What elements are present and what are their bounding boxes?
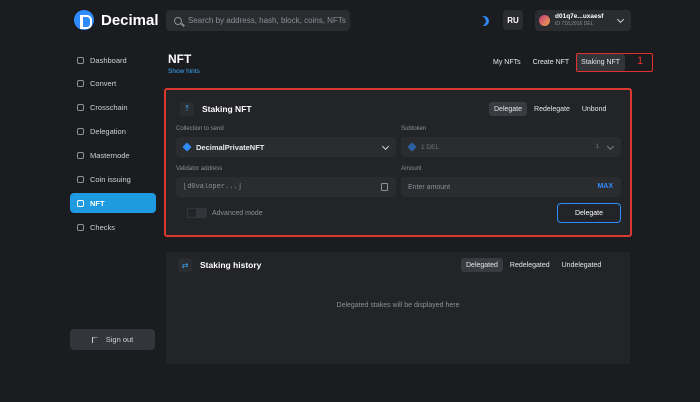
sidebar-item-dashboard[interactable]: Dashboard [70,50,156,70]
coin-icon [77,175,84,183]
page-title: NFT [168,52,192,66]
staking-history-card: ⇄ Staking history Delegated Redelegated … [166,252,630,364]
chevron-down-icon [381,142,390,151]
swap-arrows-icon: ⇄ [178,258,192,272]
tab-delegate[interactable]: Delegate [489,102,528,116]
tab-undelegated[interactable]: Undelegated [557,258,607,272]
subtoken-value: 1 DEL [421,143,440,151]
sidebar-item-label: NFT [90,198,105,208]
sidebar-item-checks[interactable]: Checks [70,217,156,237]
sidebar-item-label: Coin issuing [90,174,131,184]
sidebar-item-crosschain[interactable]: Crosschain [70,98,156,118]
tab-redelegated[interactable]: Redelegated [505,258,555,272]
sidebar-item-label: Delegation [90,127,126,137]
advanced-mode-label: Advanced mode [212,210,263,217]
convert-icon [77,80,84,88]
sidebar-item-masternode[interactable]: Masternode [70,146,156,166]
logo[interactable]: Decimal [74,10,159,30]
tab-redelegate[interactable]: Redelegate [529,102,575,116]
home-icon [77,56,84,64]
address-book-icon[interactable] [381,183,388,191]
subtoken-cube-icon [407,142,417,152]
logo-text: Decimal [101,11,159,29]
max-button[interactable]: MAX [597,183,613,190]
staking-nft-card: ⤒ Staking NFT Delegate Redelegate Unbond… [164,88,632,237]
history-tabs: Delegated Redelegated Undelegated [461,258,606,272]
sidebar-item-label: Checks [90,222,116,232]
sidebar: Dashboard Convert Crosschain Delegation … [70,50,156,241]
sidebar-item-label: Convert [90,79,117,89]
staking-arrow-icon: ⤒ [185,104,189,113]
history-title: Staking history [200,260,262,270]
decimal-logo-icon [74,10,94,30]
theme-toggle-button[interactable] [474,11,494,31]
advanced-mode-toggle[interactable] [187,208,207,218]
delegate-button[interactable]: Delegate [557,203,621,223]
account-balance: ID 718,2916 DEL [555,21,594,28]
search-input[interactable] [188,16,348,25]
chevron-down-icon [616,15,625,24]
validator-address-field[interactable] [176,177,396,197]
amount-label: Amount [401,166,422,172]
staking-title: Staking NFT [202,104,252,114]
collection-label: Collection to send [176,126,224,132]
sidebar-item-label: Crosschain [90,103,128,113]
tab-unbond[interactable]: Unbond [577,102,612,116]
search-bar[interactable] [166,10,350,31]
tab-my-nfts[interactable]: My NFTs [488,54,526,71]
staking-mode-tabs: Delegate Redelegate Unbond [489,102,611,116]
sidebar-item-convert[interactable]: Convert [70,74,156,94]
account-dropdown[interactable]: d01q7e...uxaesf ID 718,2916 DEL [535,10,631,31]
sidebar-item-label: Masternode [90,151,130,161]
amount-field[interactable]: MAX [401,177,621,197]
avatar [539,15,550,26]
subtoken-count: 1 [595,143,599,150]
subtoken-select[interactable]: 1 DEL 1 [401,137,621,157]
staking-icon-box: ⤒ [180,102,194,116]
collection-cube-icon [182,142,192,152]
sign-out-icon [91,332,100,343]
collection-select[interactable]: DecimalPrivateNFT [176,137,396,157]
sidebar-item-label: Dashboard [90,55,127,65]
checks-icon [77,223,84,231]
history-empty-message: Delegated stakes will be displayed here [336,302,460,309]
account-address: d01q7e...uxaesf [555,12,604,20]
validator-label: Validator address [176,166,223,172]
image-icon [77,199,84,207]
subtoken-label: Subtoken [401,126,427,132]
crosschain-icon [77,104,84,112]
language-button[interactable]: RU [503,10,523,30]
sidebar-item-coin-issuing[interactable]: Coin issuing [70,169,156,189]
moon-icon [478,15,491,28]
delegation-icon [77,128,84,136]
validator-address-input[interactable] [183,183,363,191]
sign-out-button[interactable]: Sign out [70,329,155,350]
tab-delegated[interactable]: Delegated [461,258,503,272]
amount-input[interactable] [408,183,588,191]
collection-value: DecimalPrivateNFT [196,142,265,152]
masternode-icon [77,152,84,160]
annotation-number: 1 [637,55,644,67]
search-icon [174,16,182,25]
sign-out-label: Sign out [105,335,134,344]
chevron-down-icon [606,142,615,151]
show-hints-link[interactable]: Show hints [168,68,200,75]
tab-create-nft[interactable]: Create NFT [528,54,575,71]
top-bar: Decimal RU d01q7e...uxaesf ID 718,2916 D… [0,0,700,42]
sidebar-item-nft[interactable]: NFT [70,193,156,214]
sidebar-item-delegation[interactable]: Delegation [70,122,156,142]
